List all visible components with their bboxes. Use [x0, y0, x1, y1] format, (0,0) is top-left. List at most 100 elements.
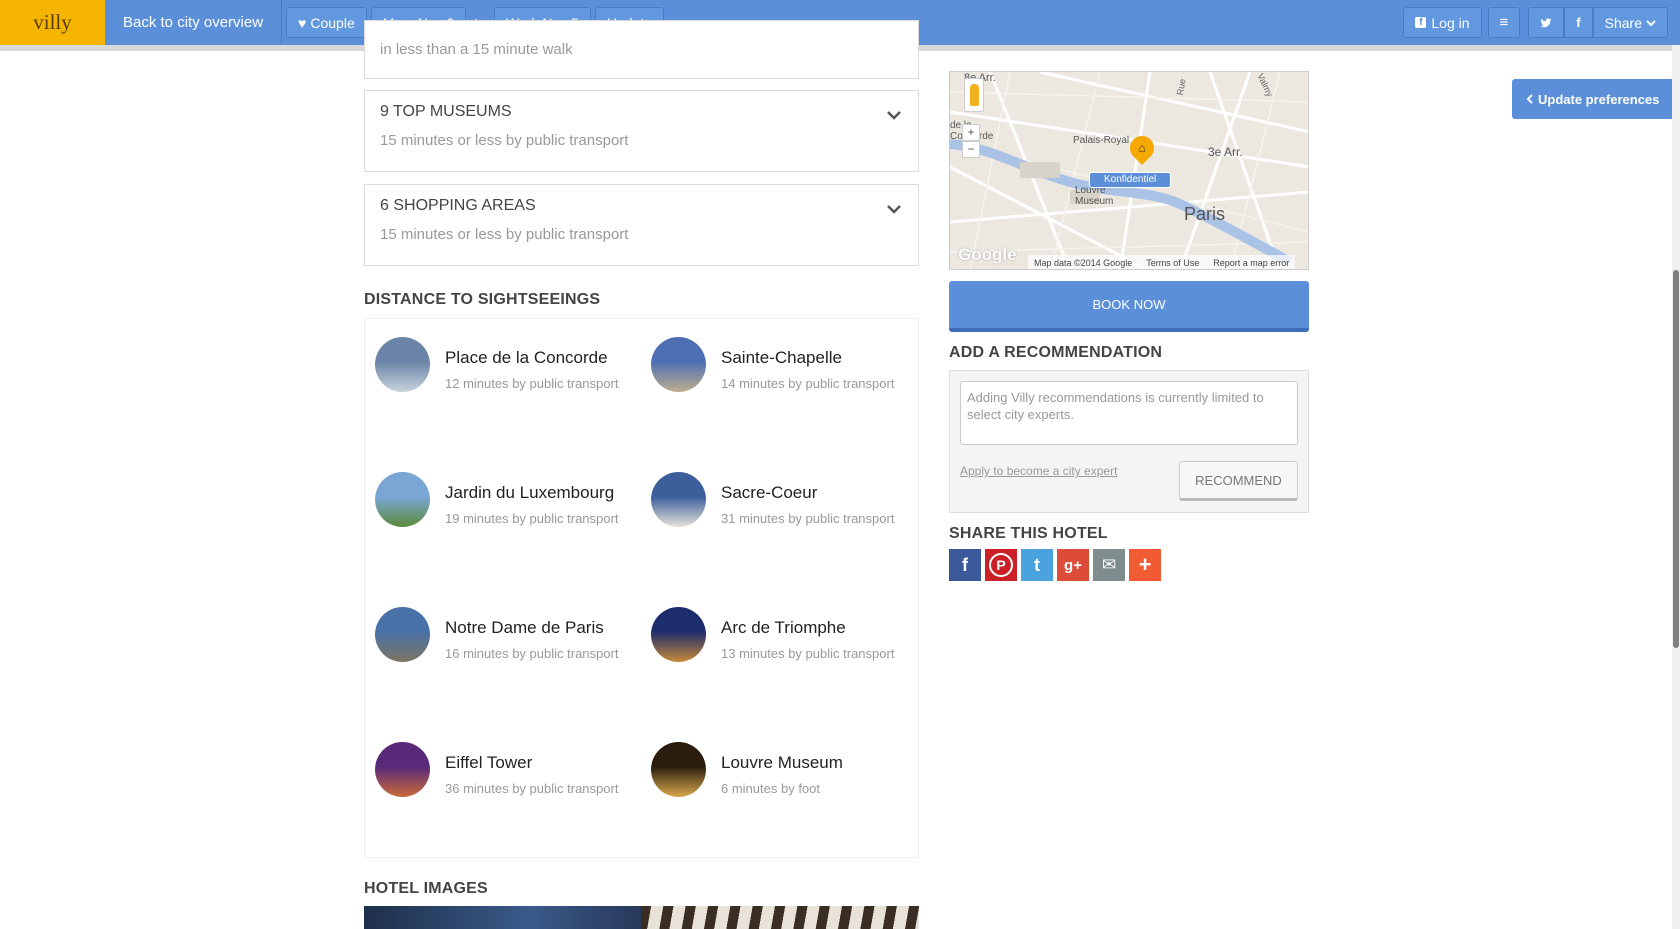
sights-heading: DISTANCE TO SIGHTSEEINGS: [364, 291, 601, 308]
sight-name: Sainte-Chapelle: [721, 348, 842, 367]
twitter-share-button[interactable]: [1528, 7, 1565, 38]
sight-name: Arc de Triomphe: [721, 618, 846, 637]
share-dropdown-button[interactable]: Share: [1592, 7, 1668, 38]
divider: [281, 0, 283, 45]
hotel-images-strip: [364, 906, 919, 929]
map-label: Paris: [1184, 204, 1226, 224]
heart-icon: ♥: [298, 14, 307, 31]
menu-button[interactable]: ≡: [1487, 7, 1521, 38]
map-label: Louvre Museum: [1075, 185, 1114, 207]
map-report-error-link[interactable]: Report a map error: [1213, 258, 1289, 268]
hamburger-icon: ≡: [1499, 14, 1509, 31]
recommend-button[interactable]: RECOMMEND: [1179, 461, 1298, 501]
pegman-icon[interactable]: [964, 78, 984, 112]
recommendation-heading: ADD A RECOMMENDATION: [949, 344, 1163, 361]
share-hotel-heading: SHARE THIS HOTEL: [949, 525, 1108, 542]
walk-category-card[interactable]: in less than a 15 minute walk: [364, 20, 919, 79]
sight-name: Notre Dame de Paris: [445, 618, 604, 637]
sight-distance: 31 minutes by public transport: [721, 511, 895, 526]
hotel-image[interactable]: [641, 906, 919, 929]
map-label: 3e Arr.: [1208, 145, 1243, 159]
walk-category-subtitle: in less than a 15 minute walk: [380, 41, 573, 58]
hotel-image[interactable]: [364, 906, 641, 929]
facebook-icon: f: [1415, 17, 1427, 28]
google-plus-icon[interactable]: g+: [1057, 549, 1089, 581]
hotel-images-heading: HOTEL IMAGES: [364, 880, 488, 897]
update-preferences-label: Update preferences: [1538, 91, 1660, 107]
chevron-down-icon[interactable]: [886, 201, 902, 217]
party-type-button[interactable]: ♥ Couple: [286, 7, 367, 38]
museums-category-card[interactable]: 9 TOP MUSEUMS 15 minutes or less by publ…: [364, 90, 919, 172]
sight-item[interactable]: Place de la Concorde 12 minutes by publi…: [375, 337, 645, 397]
pinterest-glyph: P: [989, 553, 1013, 577]
museums-category-subtitle: 15 minutes or less by public transport: [380, 132, 629, 149]
sight-thumbnail: [651, 472, 706, 527]
sight-item[interactable]: Arc de Triomphe 13 minutes by public tra…: [651, 607, 921, 667]
sight-thumbnail: [651, 742, 706, 797]
sight-distance: 36 minutes by public transport: [445, 781, 619, 796]
sight-item[interactable]: Sainte-Chapelle 14 minutes by public tra…: [651, 337, 921, 397]
pegman-figure: [970, 84, 979, 106]
login-label: Log in: [1431, 14, 1470, 31]
twitter-icon[interactable]: t: [1021, 549, 1053, 581]
chevron-left-icon: [1526, 94, 1533, 104]
update-preferences-button[interactable]: Update preferences: [1512, 79, 1674, 119]
facebook-share-button[interactable]: f: [1564, 7, 1593, 38]
sight-item[interactable]: Eiffel Tower 36 minutes by public transp…: [375, 742, 645, 802]
map-terms-link[interactable]: Terms of Use: [1146, 258, 1199, 268]
map-zoom-out-button[interactable]: −: [962, 141, 980, 158]
login-button[interactable]: f Log in: [1403, 7, 1482, 38]
party-type-label: Couple: [310, 14, 355, 31]
recommendation-panel: Adding Villy recommendations is currentl…: [949, 370, 1309, 513]
chevron-down-icon[interactable]: [886, 107, 902, 123]
topbar-right-actions: f Log in ≡ f Share: [1397, 7, 1668, 38]
map-attribution-bar: Map data ©2014 Google Terms of Use Repor…: [1028, 255, 1296, 269]
shopping-category-card[interactable]: 6 SHOPPING AREAS 15 minutes or less by p…: [364, 184, 919, 266]
sight-thumbnail: [375, 337, 430, 392]
villy-logo[interactable]: villy: [0, 0, 105, 45]
shopping-category-subtitle: 15 minutes or less by public transport: [380, 226, 629, 243]
sight-item[interactable]: Notre Dame de Paris 16 minutes by public…: [375, 607, 645, 667]
sight-item[interactable]: Sacre-Coeur 31 minutes by public transpo…: [651, 472, 921, 532]
share-label: Share: [1604, 14, 1642, 31]
map-label: Palais-Royal: [1073, 135, 1130, 146]
recommendation-textarea[interactable]: Adding Villy recommendations is currentl…: [960, 381, 1298, 445]
sight-distance: 6 minutes by foot: [721, 781, 820, 796]
sight-item[interactable]: Louvre Museum 6 minutes by foot: [651, 742, 921, 802]
sight-distance: 13 minutes by public transport: [721, 646, 895, 661]
hotel-map[interactable]: Palais-Royal 3e Arr. Louvre Museum Paris…: [949, 71, 1309, 270]
more-share-icon[interactable]: +: [1129, 549, 1161, 581]
back-to-city-overview-link[interactable]: Back to city overview: [105, 0, 281, 45]
sight-distance: 12 minutes by public transport: [445, 376, 619, 391]
sight-distance: 19 minutes by public transport: [445, 511, 619, 526]
page-scrollbar-thumb[interactable]: [1673, 270, 1679, 648]
sight-name: Place de la Concorde: [445, 348, 608, 367]
facebook-icon: f: [1576, 15, 1581, 30]
map-data-text: Map data ©2014 Google: [1034, 257, 1133, 268]
museums-category-title: 9 TOP MUSEUMS: [380, 103, 512, 120]
sight-name: Eiffel Tower: [445, 753, 533, 772]
email-icon[interactable]: ✉: [1093, 549, 1125, 581]
share-hotel-icons: f P t g+ ✉ +: [949, 549, 1161, 581]
twitter-icon: [1540, 17, 1552, 27]
facebook-icon[interactable]: f: [949, 549, 981, 581]
hotel-location-pin[interactable]: ⌂: [1125, 131, 1159, 165]
sight-name: Louvre Museum: [721, 753, 843, 772]
sight-name: Jardin du Luxembourg: [445, 483, 615, 502]
become-city-expert-link[interactable]: Apply to become a city expert: [960, 464, 1117, 478]
chevron-down-icon: [1646, 19, 1656, 26]
sight-thumbnail: [375, 472, 430, 527]
sight-distance: 14 minutes by public transport: [721, 376, 895, 391]
map-zoom-in-button[interactable]: +: [962, 124, 980, 141]
shopping-category-title: 6 SHOPPING AREAS: [380, 197, 536, 214]
hotel-pin-label: Konfidentiel: [1089, 172, 1172, 188]
sight-name: Sacre-Coeur: [721, 483, 818, 502]
sight-item[interactable]: Jardin du Luxembourg 19 minutes by publi…: [375, 472, 645, 532]
map-canvas: [950, 72, 1308, 269]
home-icon: ⌂: [1138, 141, 1146, 155]
share-button-group: f Share: [1528, 7, 1668, 38]
book-now-button[interactable]: BOOK NOW: [949, 281, 1309, 332]
sight-thumbnail: [651, 337, 706, 392]
pinterest-icon[interactable]: P: [985, 549, 1017, 581]
sights-panel: Place de la Concorde 12 minutes by publi…: [364, 318, 919, 858]
